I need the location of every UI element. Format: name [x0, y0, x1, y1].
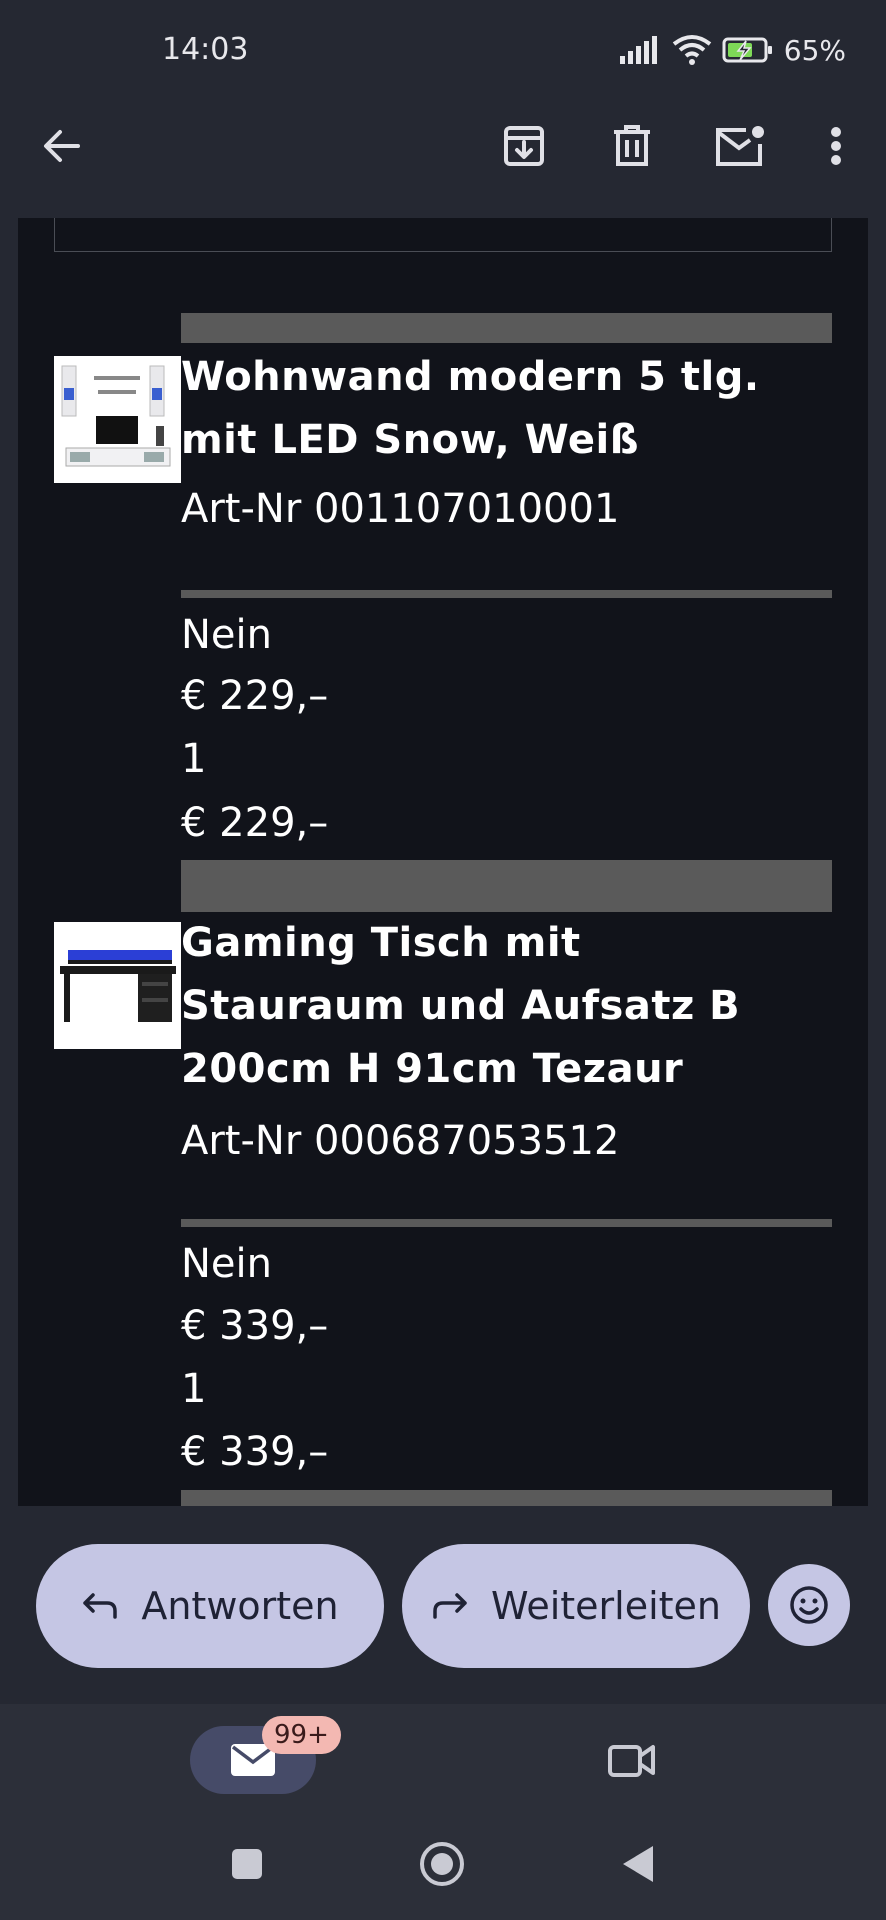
product-image-wohnwand[interactable]	[54, 356, 181, 483]
signal-icon	[619, 36, 657, 64]
status-bar: 14:03 65%	[0, 0, 886, 104]
gaming-desk-image	[54, 922, 181, 1049]
more-vert-icon	[831, 127, 841, 165]
mail-unread-icon	[716, 126, 764, 166]
product-title-line[interactable]: 200cm H 91cm Tezaur	[181, 1038, 841, 1101]
unread-count-badge: 99+	[262, 1716, 341, 1754]
bottom-navigation: 99+	[0, 1704, 886, 1920]
square-icon	[232, 1849, 262, 1879]
status-time: 14:03	[162, 32, 249, 67]
reply-button[interactable]: Antworten	[36, 1544, 384, 1668]
product-image-gaming-desk[interactable]	[54, 922, 181, 1049]
archive-button[interactable]	[492, 114, 556, 178]
reply-label: Antworten	[141, 1584, 339, 1628]
back-nav-button[interactable]	[608, 1834, 668, 1894]
wifi-icon	[672, 35, 711, 65]
product-title-line[interactable]: Stauraum und Aufsatz B	[181, 975, 841, 1038]
archive-icon	[504, 126, 544, 166]
home-circle-icon	[420, 1842, 464, 1886]
reply-icon	[83, 1593, 118, 1619]
more-options-button[interactable]	[804, 114, 868, 178]
forward-button[interactable]: Weiterleiten	[402, 1544, 750, 1668]
app-bar	[0, 104, 886, 218]
battery-percent: 65%	[783, 33, 846, 67]
delete-button[interactable]	[600, 114, 664, 178]
email-content: Wohnwand modern 5 tlg. mit LED Snow, Wei…	[18, 218, 868, 1506]
nav-meet-tab[interactable]	[602, 1730, 662, 1790]
recents-button[interactable]	[217, 1834, 277, 1894]
smiley-icon	[790, 1586, 828, 1624]
content-box-border	[54, 218, 832, 252]
product-header-bar	[181, 1490, 832, 1506]
divider	[181, 1219, 832, 1227]
forward-icon	[433, 1593, 467, 1619]
article-number: Art-Nr 001107010001	[181, 486, 620, 532]
line-total: € 229,–	[181, 800, 329, 846]
product-header-bar	[181, 313, 832, 343]
home-button[interactable]	[412, 1834, 472, 1894]
product-option: Nein	[181, 1241, 272, 1287]
unit-price: € 339,–	[181, 1303, 329, 1349]
product-header-bar	[181, 860, 832, 912]
trash-icon	[614, 125, 650, 166]
quantity: 1	[181, 736, 207, 782]
video-camera-icon	[608, 1745, 655, 1777]
product-title-line[interactable]: Gaming Tisch mit	[181, 912, 841, 975]
emoji-reaction-button[interactable]	[768, 1564, 850, 1646]
back-button[interactable]	[30, 114, 94, 178]
unit-price: € 229,–	[181, 673, 329, 719]
article-number: Art-Nr 000687053512	[181, 1118, 620, 1164]
product-title-line[interactable]: mit LED Snow, Weiß	[181, 409, 841, 472]
product-option: Nein	[181, 612, 272, 658]
mark-unread-button[interactable]	[708, 114, 772, 178]
battery-icon	[722, 37, 772, 63]
product-title-line[interactable]: Wohnwand modern 5 tlg.	[181, 346, 841, 409]
wall-unit-image	[54, 356, 181, 483]
forward-label: Weiterleiten	[490, 1584, 722, 1628]
quantity: 1	[181, 1366, 207, 1412]
arrow-back-icon	[44, 130, 80, 162]
status-icons: 65%	[619, 32, 846, 68]
triangle-back-icon	[623, 1846, 653, 1882]
reply-actions: Antworten Weiterleiten	[0, 1506, 886, 1704]
divider	[181, 590, 832, 598]
line-total: € 339,–	[181, 1429, 329, 1475]
